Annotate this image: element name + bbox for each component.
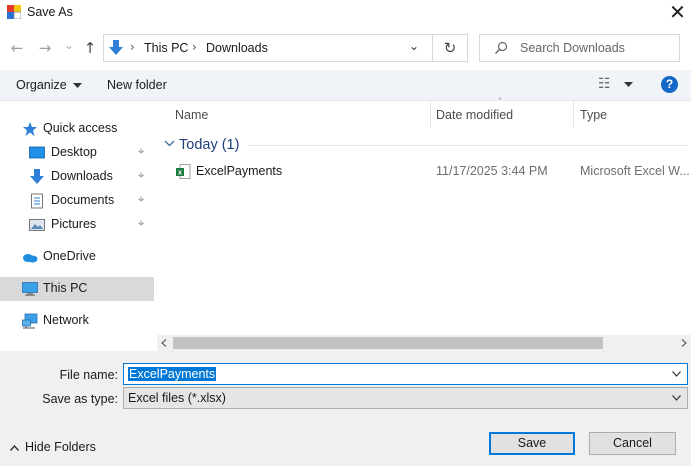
file-date-modified: 11/17/2025 3:44 PM	[436, 164, 548, 178]
save-button[interactable]: Save	[489, 432, 575, 455]
pin-icon[interactable]: ⌖	[138, 194, 144, 207]
excel-file-icon: x	[176, 164, 191, 179]
file-type: Microsoft Excel W...	[580, 164, 690, 178]
save-as-type-value: Excel files (*.xlsx)	[128, 391, 226, 405]
chevron-down-icon	[72, 82, 82, 88]
breadcrumb-downloads[interactable]: Downloads	[206, 41, 268, 55]
picture-icon	[29, 219, 45, 231]
group-divider	[248, 145, 688, 146]
pin-icon[interactable]: ⌖	[138, 146, 144, 159]
sidebar-item-label: Documents	[51, 193, 115, 207]
recent-locations-chevron-icon[interactable]: ⌄	[62, 36, 76, 56]
chevron-down-icon[interactable]	[672, 371, 681, 377]
hide-folders-button[interactable]: Hide Folders	[9, 440, 96, 454]
search-placeholder: Search Downloads	[520, 41, 625, 55]
sidebar-item-documents[interactable]: Documents ⌖	[0, 189, 154, 213]
close-icon[interactable]: ✕	[664, 0, 691, 26]
pin-icon[interactable]: ⌖	[138, 170, 144, 183]
file-list: Name ˇ Date modified Type Today (1) x Ex…	[160, 98, 691, 335]
desktop-icon	[29, 146, 45, 159]
search-icon	[495, 41, 508, 54]
download-arrow-icon	[109, 40, 123, 55]
chevron-up-icon	[9, 444, 20, 451]
file-name-value: ExcelPayments	[128, 367, 217, 381]
column-divider[interactable]	[430, 101, 431, 127]
chevron-down-icon[interactable]	[672, 395, 681, 401]
computer-icon	[22, 282, 38, 296]
sidebar-item-quick-access[interactable]: Quick access	[0, 117, 154, 141]
save-options-panel: File name: ExcelPayments Save as type: E…	[0, 351, 691, 466]
sidebar-item-pictures[interactable]: Pictures ⌖	[0, 213, 154, 237]
column-header-type[interactable]: Type	[580, 108, 607, 122]
search-input[interactable]: Search Downloads	[479, 34, 680, 62]
scroll-right-arrow-icon[interactable]	[681, 339, 687, 347]
svg-text:x: x	[178, 170, 182, 177]
view-options-icon[interactable]: ☷	[598, 76, 611, 92]
file-name-field[interactable]: ExcelPayments	[123, 363, 688, 385]
window-title: Save As	[27, 5, 73, 19]
sidebar-item-label: Quick access	[43, 121, 118, 135]
file-row[interactable]: x ExcelPayments 11/17/2025 3:44 PM Micro…	[160, 159, 690, 183]
help-icon[interactable]: ?	[661, 76, 678, 93]
navigation-pane: Quick access Desktop ⌖ Downloads ⌖ Docum…	[0, 101, 156, 351]
download-icon	[30, 169, 44, 184]
back-arrow-icon[interactable]: ←	[8, 38, 26, 58]
command-bar: Organize New folder ☷ ?	[0, 70, 691, 101]
horizontal-scrollbar[interactable]	[157, 335, 691, 351]
sidebar-item-label: Desktop	[51, 145, 97, 159]
save-as-type-label: Save as type:	[42, 392, 118, 406]
group-header[interactable]: Today (1)	[179, 137, 239, 153]
up-arrow-icon[interactable]: ↑	[81, 38, 99, 58]
organize-label: Organize	[16, 78, 67, 92]
sort-chevron-icon: ˇ	[498, 98, 503, 108]
forward-arrow-icon[interactable]: →	[36, 38, 54, 58]
app-icon	[7, 5, 21, 19]
column-header-date-modified[interactable]: Date modified	[436, 108, 513, 122]
view-chevron-down-icon[interactable]	[624, 82, 633, 88]
new-folder-button[interactable]: New folder	[107, 78, 167, 92]
sidebar-item-desktop[interactable]: Desktop ⌖	[0, 141, 154, 165]
save-as-type-select[interactable]: Excel files (*.xlsx)	[123, 387, 688, 409]
sidebar-item-network[interactable]: Network	[0, 309, 154, 333]
sidebar-item-label: Downloads	[51, 169, 113, 183]
organize-button[interactable]: Organize	[16, 78, 82, 92]
scroll-left-arrow-icon[interactable]	[161, 339, 167, 347]
sidebar-item-this-pc[interactable]: This PC	[0, 277, 154, 301]
column-divider[interactable]	[573, 101, 574, 127]
sidebar-item-label: Pictures	[51, 217, 97, 231]
address-dropdown-icon[interactable]: ⌄	[409, 39, 419, 53]
sidebar-item-onedrive[interactable]: OneDrive	[0, 245, 154, 269]
document-icon	[31, 193, 43, 209]
breadcrumb-this-pc[interactable]: This PC	[144, 41, 188, 55]
cancel-button[interactable]: Cancel	[589, 432, 676, 455]
sidebar-item-label: Network	[43, 313, 89, 327]
sidebar-item-label: OneDrive	[43, 249, 96, 263]
sidebar-item-label: This PC	[43, 281, 88, 295]
sidebar-item-downloads[interactable]: Downloads ⌖	[0, 165, 154, 189]
column-header-name[interactable]: Name	[175, 108, 208, 122]
address-bar[interactable]: › This PC › Downloads ⌄	[103, 34, 433, 62]
file-name-label: File name:	[59, 368, 118, 382]
scrollbar-thumb[interactable]	[173, 337, 603, 349]
file-name: ExcelPayments	[196, 164, 283, 178]
star-icon	[23, 122, 37, 136]
hide-folders-label: Hide Folders	[25, 440, 96, 454]
group-collapse-chevron-icon[interactable]	[164, 140, 175, 147]
pin-icon[interactable]: ⌖	[138, 218, 144, 231]
refresh-button[interactable]: ↻	[433, 34, 468, 62]
network-icon	[22, 313, 38, 329]
breadcrumb-separator-icon: ›	[192, 40, 197, 54]
cloud-icon	[23, 254, 38, 263]
title-bar: Save As ✕	[0, 0, 691, 26]
breadcrumb-separator-icon: ›	[130, 40, 135, 54]
